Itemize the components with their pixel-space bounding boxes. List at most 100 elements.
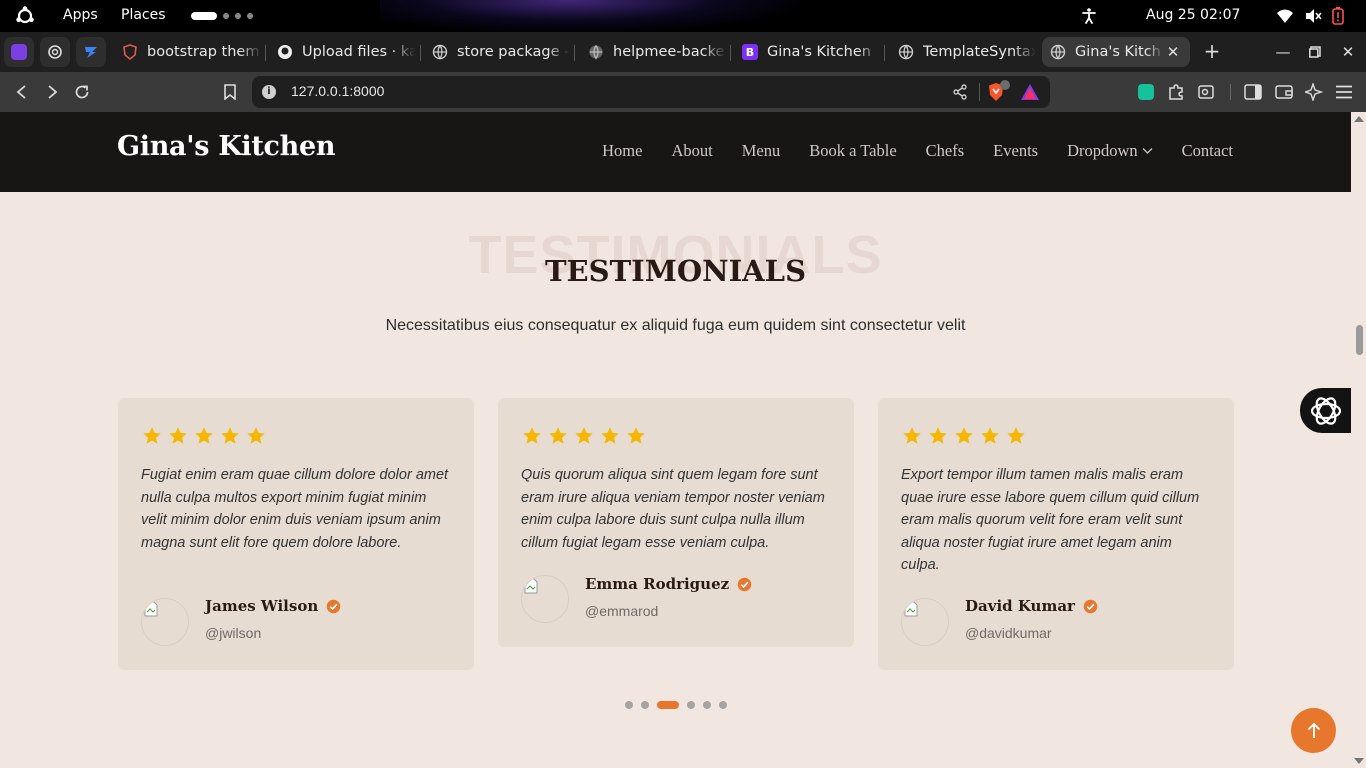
testimonial-card: Fugiat enim eram quae cillum dolore dolo… xyxy=(118,398,474,670)
broken-image-icon xyxy=(144,601,158,617)
grammarly-extension-icon[interactable] xyxy=(1136,82,1156,102)
tab-title: Upload files · ka xyxy=(302,44,415,60)
github-icon xyxy=(277,44,293,60)
nav-events[interactable]: Events xyxy=(993,141,1038,161)
sidebar-toggle-icon[interactable] xyxy=(1243,82,1263,102)
reload-icon[interactable] xyxy=(70,80,94,104)
share-icon[interactable] xyxy=(952,84,968,100)
scroll-up-arrow-icon[interactable] xyxy=(1354,116,1364,122)
clock[interactable]: Aug 25 02:07 xyxy=(1146,7,1240,23)
star-icon xyxy=(627,427,645,444)
section-subtitle: Necessitatibus eius consequatur ex aliqu… xyxy=(385,317,966,334)
site-info-icon[interactable]: i xyxy=(262,85,276,99)
places-menu[interactable]: Places xyxy=(121,7,166,23)
carousel-dot[interactable] xyxy=(687,701,695,709)
tab-7-active[interactable]: Gina's Kitch ✕ xyxy=(1042,37,1190,67)
web-page: Gina's Kitchen Home About Menu Book a Ta… xyxy=(0,112,1351,768)
screenshot-extension-icon[interactable] xyxy=(1196,82,1216,102)
testimonial-card: Quis quorum aliqua sint quem legam fore … xyxy=(498,398,854,647)
nav-contact[interactable]: Contact xyxy=(1182,141,1233,161)
testimonial-card: Export tempor illum tamen malis malis er… xyxy=(878,398,1234,670)
url-separator xyxy=(979,83,980,101)
author-name: James Wilson xyxy=(205,597,319,615)
star-icon xyxy=(247,427,265,444)
section-title: TESTIMONIALS xyxy=(544,254,807,288)
back-icon[interactable] xyxy=(10,80,34,104)
accessibility-icon[interactable] xyxy=(1080,7,1098,25)
carousel-dot[interactable] xyxy=(719,701,727,709)
tab-2[interactable]: Upload files · ka xyxy=(269,37,415,67)
wifi-icon xyxy=(1277,9,1293,23)
carousel-dot[interactable] xyxy=(641,701,649,709)
star-rating xyxy=(142,426,266,446)
testimonial-author: Emma Rodriguez xyxy=(585,575,752,593)
scrollbar-thumb[interactable] xyxy=(1356,325,1363,355)
carousel-dot-active[interactable] xyxy=(657,701,679,709)
verified-badge-icon xyxy=(1083,599,1098,613)
workspace-active[interactable] xyxy=(191,12,217,20)
carousel-dot[interactable] xyxy=(703,701,711,709)
nav-book-a-table[interactable]: Book a Table xyxy=(809,141,896,161)
main-menu-icon[interactable] xyxy=(1334,82,1354,102)
tab-5[interactable]: B Gina's Kitchen xyxy=(734,37,880,67)
workspace-indicator[interactable] xyxy=(191,12,253,20)
workspace-dot[interactable] xyxy=(247,13,253,19)
extensions-puzzle-icon[interactable] xyxy=(1166,82,1186,102)
bootstrap-icon: B xyxy=(742,44,758,60)
star-icon xyxy=(221,427,239,444)
nav-chefs[interactable]: Chefs xyxy=(926,141,965,161)
star-icon xyxy=(903,427,921,444)
star-icon xyxy=(601,427,619,444)
apps-menu[interactable]: Apps xyxy=(63,7,98,23)
browser-toolbar: i 127.0.0.1:8000 xyxy=(0,72,1366,112)
nav-dropdown[interactable]: Dropdown xyxy=(1067,141,1153,161)
tab-3[interactable]: store package - xyxy=(424,37,570,67)
tab-6[interactable]: TemplateSyntax xyxy=(890,37,1036,67)
star-icon xyxy=(143,427,161,444)
nav-about[interactable]: About xyxy=(671,141,712,161)
workspace-dot[interactable] xyxy=(223,13,229,19)
star-icon xyxy=(523,427,541,444)
star-icon xyxy=(575,427,593,444)
tab-4[interactable]: helpmee-backe xyxy=(580,37,726,67)
tab-1[interactable]: bootstrap them xyxy=(114,37,262,67)
browser-tab-strip: bootstrap them Upload files · ka store p… xyxy=(0,32,1366,72)
wallet-icon[interactable] xyxy=(1274,82,1294,102)
scroll-down-arrow-icon[interactable] xyxy=(1354,758,1364,764)
tab-separator xyxy=(420,45,421,61)
maximize-icon[interactable] xyxy=(1303,40,1327,64)
site-nav: Home About Menu Book a Table Chefs Event… xyxy=(602,141,1233,161)
testimonial-quote: Export tempor illum tamen malis malis er… xyxy=(901,467,1200,573)
tab-title: bootstrap them xyxy=(147,44,260,60)
site-brand-logo[interactable]: Gina's Kitchen xyxy=(117,131,335,162)
close-tab-icon[interactable]: ✕ xyxy=(1164,43,1182,61)
new-tab-plus-icon[interactable]: + xyxy=(1200,40,1224,64)
chevron-down-icon xyxy=(1142,148,1153,154)
ubuntu-logo-icon[interactable] xyxy=(15,6,35,26)
brave-shield-icon xyxy=(122,44,138,60)
address-bar[interactable]: i 127.0.0.1:8000 xyxy=(252,76,1050,108)
leo-ai-icon[interactable] xyxy=(1304,82,1324,102)
author-name: David Kumar xyxy=(965,597,1075,615)
scroll-to-top-button[interactable] xyxy=(1291,708,1336,753)
forward-icon[interactable] xyxy=(40,80,64,104)
page-scrollbar[interactable] xyxy=(1351,112,1366,768)
tab-title: helpmee-backe xyxy=(613,44,725,60)
brave-rewards-icon[interactable] xyxy=(1020,83,1040,101)
minimize-icon[interactable]: — xyxy=(1271,40,1295,64)
nav-menu[interactable]: Menu xyxy=(742,141,781,161)
url-text[interactable]: 127.0.0.1:8000 xyxy=(291,83,384,99)
verified-badge-icon xyxy=(737,577,752,591)
pinned-tab-app[interactable] xyxy=(4,37,34,67)
star-icon xyxy=(169,427,187,444)
carousel-dot[interactable] xyxy=(625,701,633,709)
pinned-tab-arrow-app[interactable] xyxy=(76,37,106,67)
openai-icon xyxy=(1310,396,1342,425)
workspace-dot[interactable] xyxy=(235,13,241,19)
floating-ai-assistant-button[interactable] xyxy=(1300,388,1351,433)
close-window-icon[interactable]: ✕ xyxy=(1336,40,1360,64)
system-status-area[interactable] xyxy=(1276,7,1344,25)
nav-home[interactable]: Home xyxy=(602,141,642,161)
pinned-tab-chatgpt[interactable] xyxy=(40,37,70,67)
bookmark-icon[interactable] xyxy=(218,80,242,104)
